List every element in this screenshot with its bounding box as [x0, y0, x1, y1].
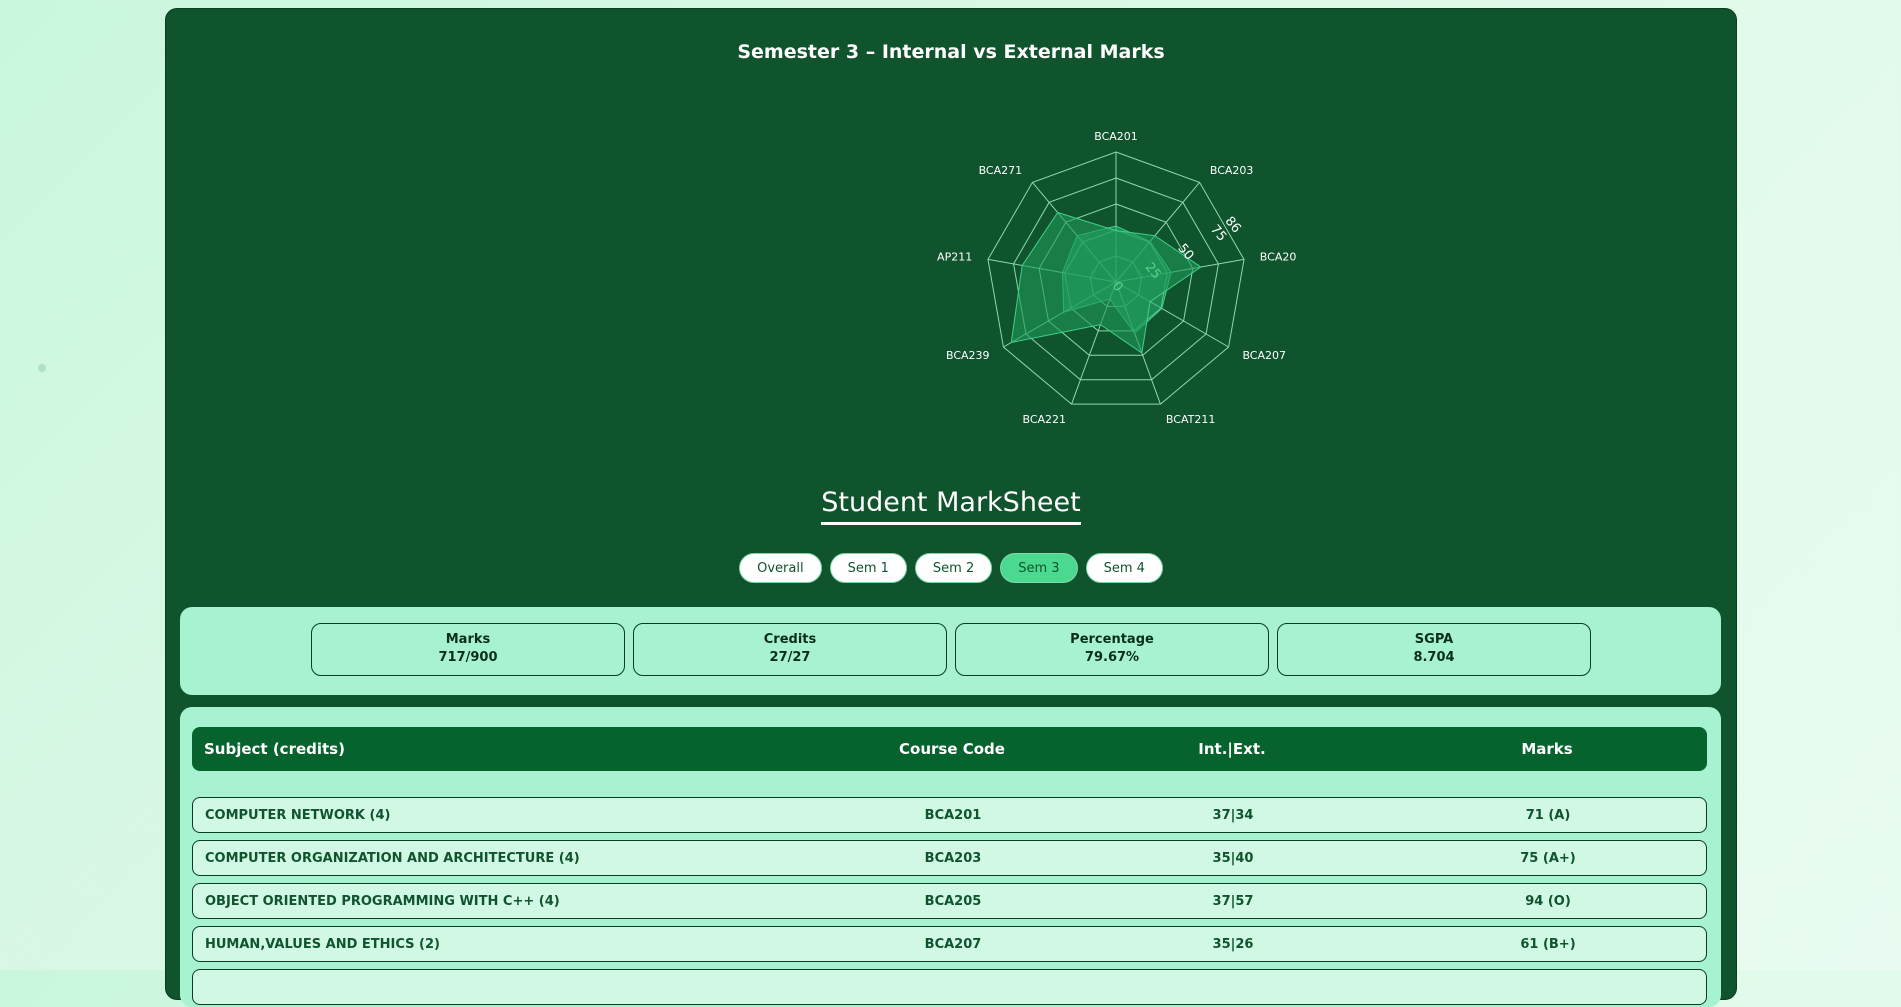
sgpa-label: SGPA	[1414, 632, 1454, 647]
table-row: COMPUTER NETWORK (4) BCA201 37|34 71 (A)	[192, 797, 1707, 833]
radar-category-label: BCAT211	[1166, 413, 1215, 426]
credits-stat: Credits 27/27	[633, 623, 947, 676]
int-ext-cell: 37|57	[1212, 893, 1254, 909]
course-code-cell: BCA207	[924, 936, 982, 952]
table-row	[192, 969, 1707, 1005]
radar-category-label: BCA201	[1094, 130, 1138, 143]
marks-table: Subject (credits) Course Code Int.|Ext. …	[180, 707, 1721, 1007]
main-card: Semester 3 – Internal vs External Marks …	[165, 8, 1737, 1007]
percentage-value: 79.67%	[1084, 650, 1140, 665]
radar-category-label: BCA207	[1242, 349, 1286, 362]
radar-category-label: BCA271	[979, 164, 1023, 177]
table-row: OBJECT ORIENTED PROGRAMMING WITH C++ (4)…	[192, 883, 1707, 919]
tab-sem-4[interactable]: Sem 4	[1085, 553, 1163, 583]
marks-label: Marks	[445, 632, 491, 647]
marks-cell: 94 (O)	[1525, 893, 1571, 909]
table-row: COMPUTER ORGANIZATION AND ARCHITECTURE (…	[192, 840, 1707, 876]
tab-sem-2[interactable]: Sem 2	[914, 553, 993, 583]
marks-cell: 75 (A+)	[1520, 850, 1576, 866]
radar-category-label: BCA221	[1023, 413, 1067, 426]
marks-cell: 61 (B+)	[1520, 936, 1576, 952]
radar-category-label: BCA203	[1210, 164, 1254, 177]
page-title-text: Student MarkSheet	[821, 487, 1081, 525]
background-dot	[38, 364, 46, 372]
radar-chart: 025507586BCA201BCA203BCA20BCA207BCAT211B…	[937, 130, 1297, 426]
summary-panel: Marks 717/900 Credits 27/27 Percentage 7…	[180, 607, 1721, 695]
sgpa-stat: SGPA 8.704	[1277, 623, 1591, 676]
subject-cell: COMPUTER NETWORK (4)	[205, 807, 391, 823]
tab-sem-1[interactable]: Sem 1	[829, 553, 907, 583]
int-ext-cell: 37|34	[1212, 807, 1254, 823]
header-subject: Subject (credits)	[204, 740, 345, 758]
course-code-cell: BCA205	[924, 893, 982, 909]
page-title: Student MarkSheet	[166, 487, 1736, 525]
subject-cell: HUMAN,VALUES AND ETHICS (2)	[205, 936, 440, 952]
header-marks: Marks	[1521, 740, 1573, 758]
int-ext-cell: 35|26	[1212, 936, 1254, 952]
header-course-code: Course Code	[899, 740, 1005, 758]
credits-value: 27/27	[769, 650, 811, 665]
marks-stat: Marks 717/900	[311, 623, 625, 676]
radar-category-label: AP211	[937, 251, 972, 264]
credits-label: Credits	[763, 632, 817, 647]
table-header: Subject (credits) Course Code Int.|Ext. …	[192, 727, 1707, 771]
marks-cell: 71 (A)	[1525, 807, 1571, 823]
sgpa-value: 8.704	[1413, 650, 1455, 665]
marks-value: 717/900	[438, 650, 498, 665]
header-int-ext: Int.|Ext.	[1198, 740, 1266, 758]
radar-category-label: BCA20	[1260, 251, 1297, 264]
percentage-stat: Percentage 79.67%	[955, 623, 1269, 676]
tab-overall[interactable]: Overall	[739, 553, 822, 583]
course-code-cell: BCA201	[924, 807, 982, 823]
semester-tabs: Overall Sem 1 Sem 2 Sem 3 Sem 4	[166, 553, 1736, 583]
subject-cell: COMPUTER ORGANIZATION AND ARCHITECTURE (…	[205, 850, 580, 866]
subject-cell: OBJECT ORIENTED PROGRAMMING WITH C++ (4)	[205, 893, 560, 909]
tab-sem-3[interactable]: Sem 3	[1000, 553, 1078, 583]
percentage-label: Percentage	[1070, 632, 1154, 647]
table-row: HUMAN,VALUES AND ETHICS (2) BCA207 35|26…	[192, 926, 1707, 962]
radar-category-label: BCA239	[946, 349, 990, 362]
chart-title: Semester 3 – Internal vs External Marks	[737, 41, 1165, 63]
int-ext-cell: 35|40	[1212, 850, 1254, 866]
course-code-cell: BCA203	[924, 850, 982, 866]
